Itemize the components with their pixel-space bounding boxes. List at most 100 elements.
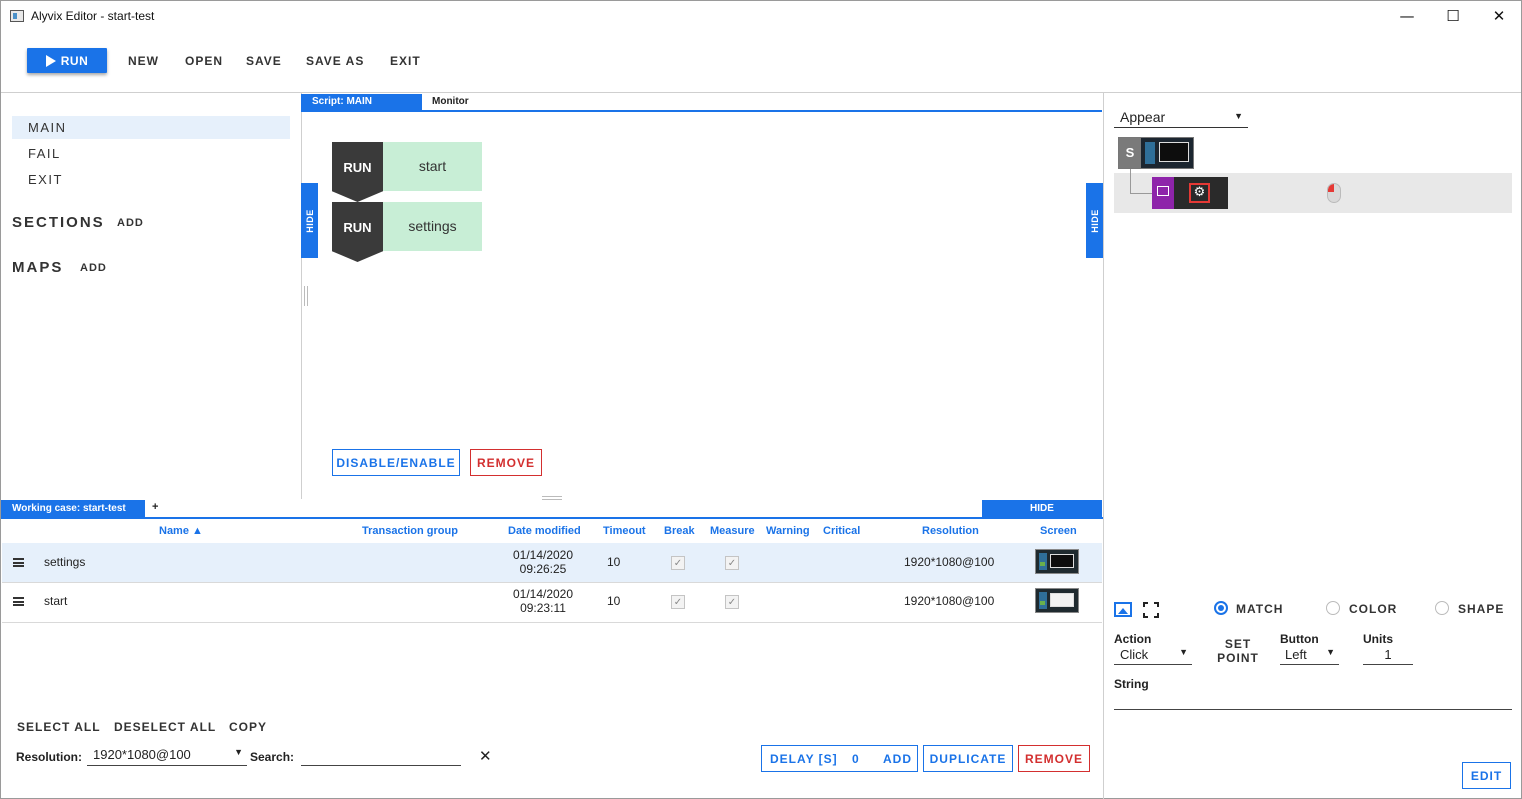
action-select-value: Click [1120, 647, 1149, 662]
column-resolution[interactable]: Resolution [922, 525, 979, 537]
row-break-checkbox[interactable]: ✓ [671, 595, 685, 609]
table-row[interactable]: start 01/14/2020 09:23:11 10 ✓ ✓ 1920*10… [2, 583, 1102, 623]
resolution-select[interactable]: 1920*1080@100 ▼ [87, 747, 247, 766]
column-measure[interactable]: Measure [710, 525, 755, 537]
row-time: 09:23:11 [520, 601, 566, 615]
delay-control: DELAY [S] 0 ADD [761, 745, 918, 772]
resize-handle-vertical[interactable] [304, 286, 308, 306]
fullscreen-icon[interactable] [1143, 602, 1159, 618]
column-transaction-group[interactable]: Transaction group [362, 525, 458, 537]
tree-root-screen-node[interactable]: S [1118, 137, 1194, 169]
column-critical[interactable]: Critical [823, 525, 860, 537]
drag-handle-icon[interactable] [13, 558, 24, 567]
delay-input[interactable]: 0 [852, 752, 860, 766]
set-point-line-2: POINT [1217, 651, 1259, 665]
add-section-button[interactable]: ADD [117, 217, 144, 229]
search-label: Search: [250, 750, 295, 764]
column-date-modified[interactable]: Date modified [508, 525, 581, 537]
table-row[interactable]: settings 01/14/2020 09:26:25 10 ✓ ✓ 1920… [2, 543, 1102, 583]
set-point-button[interactable]: SET POINT [1216, 637, 1260, 665]
column-screen[interactable]: Screen [1040, 525, 1077, 537]
mouse-button-select[interactable]: Left ▼ [1280, 647, 1339, 665]
row-measure-checkbox[interactable]: ✓ [725, 556, 739, 570]
row-screen-thumbnail[interactable] [1035, 549, 1079, 574]
action-select[interactable]: Click ▼ [1114, 647, 1192, 665]
save-button[interactable]: SAVE [246, 54, 282, 68]
row-timeout[interactable]: 10 [607, 594, 620, 608]
appear-mode-value: Appear [1120, 109, 1166, 125]
column-name[interactable]: Name ▲ [159, 525, 203, 537]
color-label[interactable]: COLOR [1349, 602, 1397, 616]
tab-script-main[interactable]: Script: MAIN [301, 94, 422, 110]
match-radio[interactable] [1214, 601, 1228, 615]
step-action-label: RUN [343, 220, 372, 235]
new-button[interactable]: NEW [128, 54, 159, 68]
shape-label[interactable]: SHAPE [1458, 602, 1504, 616]
image-icon [1157, 186, 1169, 196]
disable-enable-button[interactable]: DISABLE/ENABLE [332, 449, 460, 476]
remove-step-button[interactable]: REMOVE [470, 449, 542, 476]
add-map-button[interactable]: ADD [80, 262, 107, 274]
image-icon[interactable] [1114, 602, 1132, 617]
tab-monitor[interactable]: Monitor [432, 94, 469, 110]
delay-add-button[interactable]: ADD [883, 752, 912, 766]
resize-handle-horizontal[interactable] [542, 496, 562, 500]
tree-connector [1130, 193, 1152, 194]
step-object-start[interactable]: start [383, 142, 482, 191]
run-button[interactable]: RUN [27, 48, 107, 73]
mouse-icon [1327, 183, 1341, 203]
hide-working-case-button[interactable]: HIDE [982, 500, 1102, 517]
tab-working-case[interactable]: Working case: start-test [1, 500, 145, 517]
hide-right-pane-button[interactable]: HIDE [1086, 183, 1103, 258]
row-timeout[interactable]: 10 [607, 555, 620, 569]
clear-search-icon[interactable]: ✕ [479, 747, 492, 765]
string-input[interactable] [1114, 691, 1512, 710]
row-break-checkbox[interactable]: ✓ [671, 556, 685, 570]
appear-mode-select[interactable]: Appear ▼ [1114, 109, 1248, 128]
edit-button[interactable]: EDIT [1462, 762, 1511, 789]
copy-button[interactable]: COPY [229, 720, 267, 734]
step-run-badge[interactable]: RUN [332, 202, 383, 262]
save-as-button[interactable]: SAVE AS [306, 54, 364, 68]
drag-handle-icon[interactable] [13, 597, 24, 606]
right-pane-divider [1103, 93, 1104, 799]
row-screen-thumbnail[interactable] [1035, 588, 1079, 613]
column-break[interactable]: Break [664, 525, 695, 537]
exit-button[interactable]: EXIT [390, 54, 421, 68]
app-icon [10, 10, 24, 22]
hide-right-label: HIDE [1089, 208, 1100, 233]
run-button-label: RUN [60, 53, 89, 68]
screen-badge: S [1119, 138, 1141, 168]
nav-item-exit[interactable]: EXIT [28, 172, 63, 187]
open-button[interactable]: OPEN [185, 54, 223, 68]
close-window-button[interactable]: ✕ [1476, 1, 1522, 32]
nav-item-main[interactable]: MAIN [28, 120, 67, 135]
tree-image-node[interactable]: ⚙ [1152, 177, 1228, 209]
color-radio[interactable] [1326, 601, 1340, 615]
nav-item-fail[interactable]: FAIL [28, 146, 61, 161]
mouse-button-value: Left [1285, 647, 1307, 662]
remove-case-button[interactable]: REMOVE [1018, 745, 1090, 772]
match-label[interactable]: MATCH [1236, 602, 1283, 616]
screen-thumb-taskbar [1145, 142, 1155, 164]
column-timeout[interactable]: Timeout [603, 525, 646, 537]
hide-left-pane-button[interactable]: HIDE [301, 183, 318, 258]
maximize-button[interactable]: ☐ [1430, 1, 1476, 32]
step-run-badge[interactable]: RUN [332, 142, 383, 202]
row-resolution: 1920*1080@100 [904, 594, 995, 608]
duplicate-button[interactable]: DUPLICATE [923, 745, 1013, 772]
select-all-button[interactable]: SELECT ALL [17, 720, 101, 734]
step-object-settings[interactable]: settings [383, 202, 482, 251]
left-pane-divider [301, 93, 302, 499]
row-measure-checkbox[interactable]: ✓ [725, 595, 739, 609]
units-input[interactable]: 1 [1363, 647, 1413, 665]
column-warning[interactable]: Warning [766, 525, 810, 537]
menu-divider [1, 92, 1521, 93]
minimize-button[interactable]: — [1384, 1, 1430, 32]
shape-radio[interactable] [1435, 601, 1449, 615]
screen-thumb-window [1159, 142, 1189, 162]
deselect-all-button[interactable]: DESELECT ALL [114, 720, 216, 734]
search-input[interactable] [301, 747, 461, 766]
add-working-case-button[interactable]: + [152, 501, 158, 513]
resolution-label: Resolution: [16, 750, 82, 764]
